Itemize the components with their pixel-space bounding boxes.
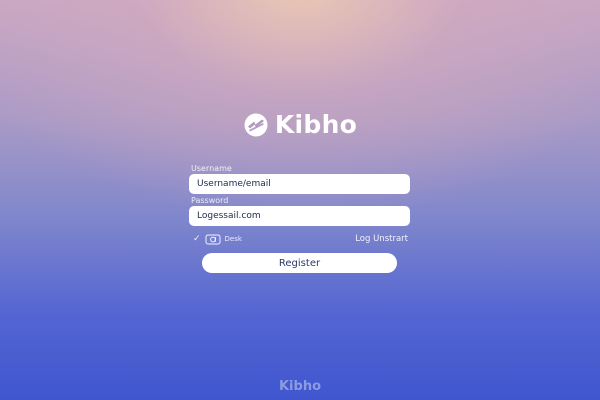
kibho-logo-icon: [244, 113, 268, 137]
form-options-row: ✓ Desk Log Unstrart: [193, 232, 408, 246]
brand-name: Kibho: [274, 110, 358, 139]
footer-brand: Kibho: [278, 379, 322, 394]
remember-checkbox[interactable]: ✓ Desk: [193, 234, 242, 245]
username-label: Username: [191, 164, 232, 173]
check-icon: ✓: [193, 234, 201, 244]
remember-label: Desk: [224, 235, 242, 243]
brand-logo: Kibho: [0, 112, 600, 138]
username-input[interactable]: [189, 174, 410, 194]
password-input[interactable]: [189, 206, 410, 226]
desk-icon: [205, 234, 221, 244]
register-button[interactable]: Register: [202, 253, 397, 273]
password-label: Password: [191, 196, 229, 205]
forgot-link[interactable]: Log Unstrart: [355, 234, 408, 244]
